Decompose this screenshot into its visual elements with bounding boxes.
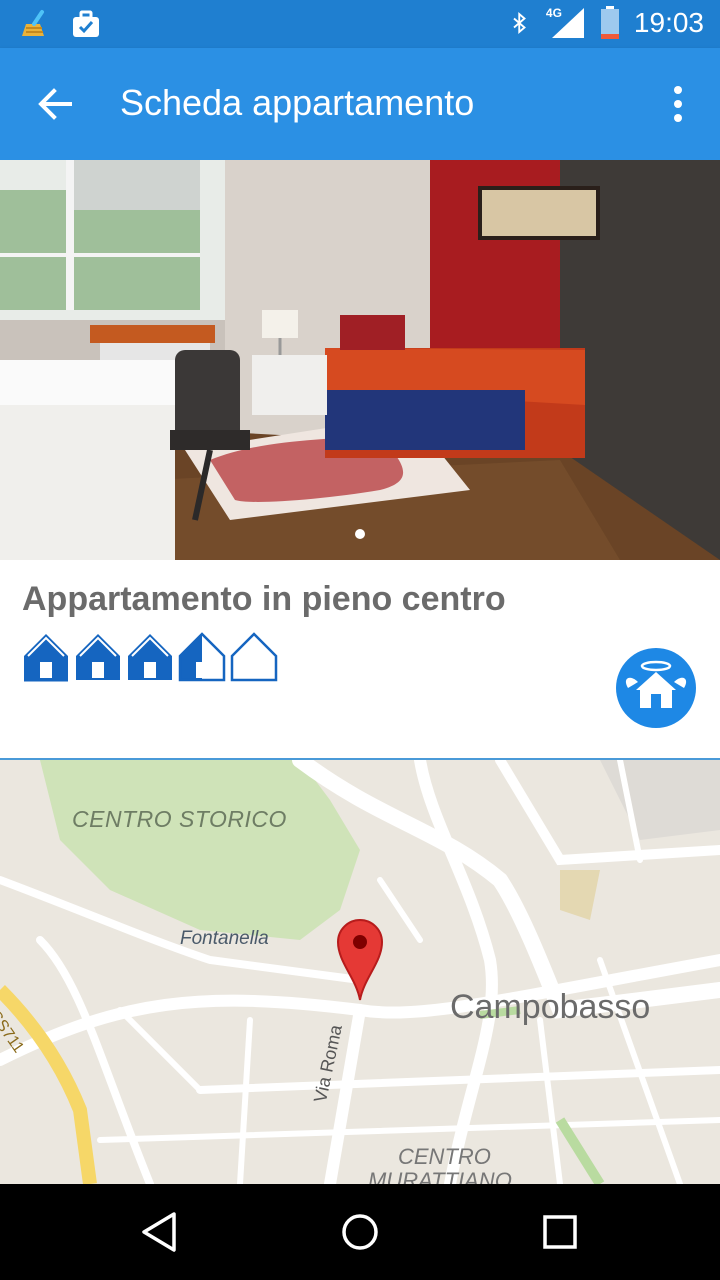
house-full-icon [128,634,172,680]
map-label-campobasso: Campobasso [450,988,651,1026]
house-rating [22,632,278,682]
house-full-icon [24,634,68,682]
back-triangle-icon[interactable] [136,1208,184,1256]
page-title: Scheda appartamento [120,82,475,123]
house-full-icon [76,634,120,680]
bedroom-image [0,160,720,560]
signal-icon: 4G [546,6,586,40]
map-label-centro-storico: CENTRO STORICO [72,806,287,832]
map-pin-icon[interactable] [336,918,384,1002]
app-bar: Scheda appartamento [0,48,720,160]
angel-house-icon [625,660,687,708]
recents-square-icon[interactable] [536,1208,584,1256]
system-nav-bar [0,1184,720,1280]
favorite-angel-house-button[interactable] [616,648,696,728]
status-bar: 4G 19:03 [0,0,720,48]
house-empty-icon [230,632,278,682]
arrow-back-icon[interactable] [28,76,84,132]
house-half-icon [178,632,226,682]
status-time: 19:03 [633,7,704,38]
listing-info: Appartamento in pieno centro [0,560,720,760]
cleaner-icon [22,10,44,36]
map-label-centro: CENTRO [398,1144,491,1169]
bluetooth-icon [513,11,526,35]
more-vert-icon[interactable] [658,76,698,132]
map-label-murattiano: MURATTIANO [368,1168,512,1184]
battery-icon [600,6,619,39]
listing-title: Appartamento in pieno centro [22,580,506,618]
home-circle-icon[interactable] [336,1208,384,1256]
carousel-indicator-dot [355,529,365,539]
location-map[interactable]: CENTRO STORICO Fontanella Campobasso Via… [0,760,720,1184]
map-label-fontanella: Fontanella [180,928,269,949]
apartment-photo[interactable] [0,160,720,560]
briefcase-check-icon [73,10,99,37]
